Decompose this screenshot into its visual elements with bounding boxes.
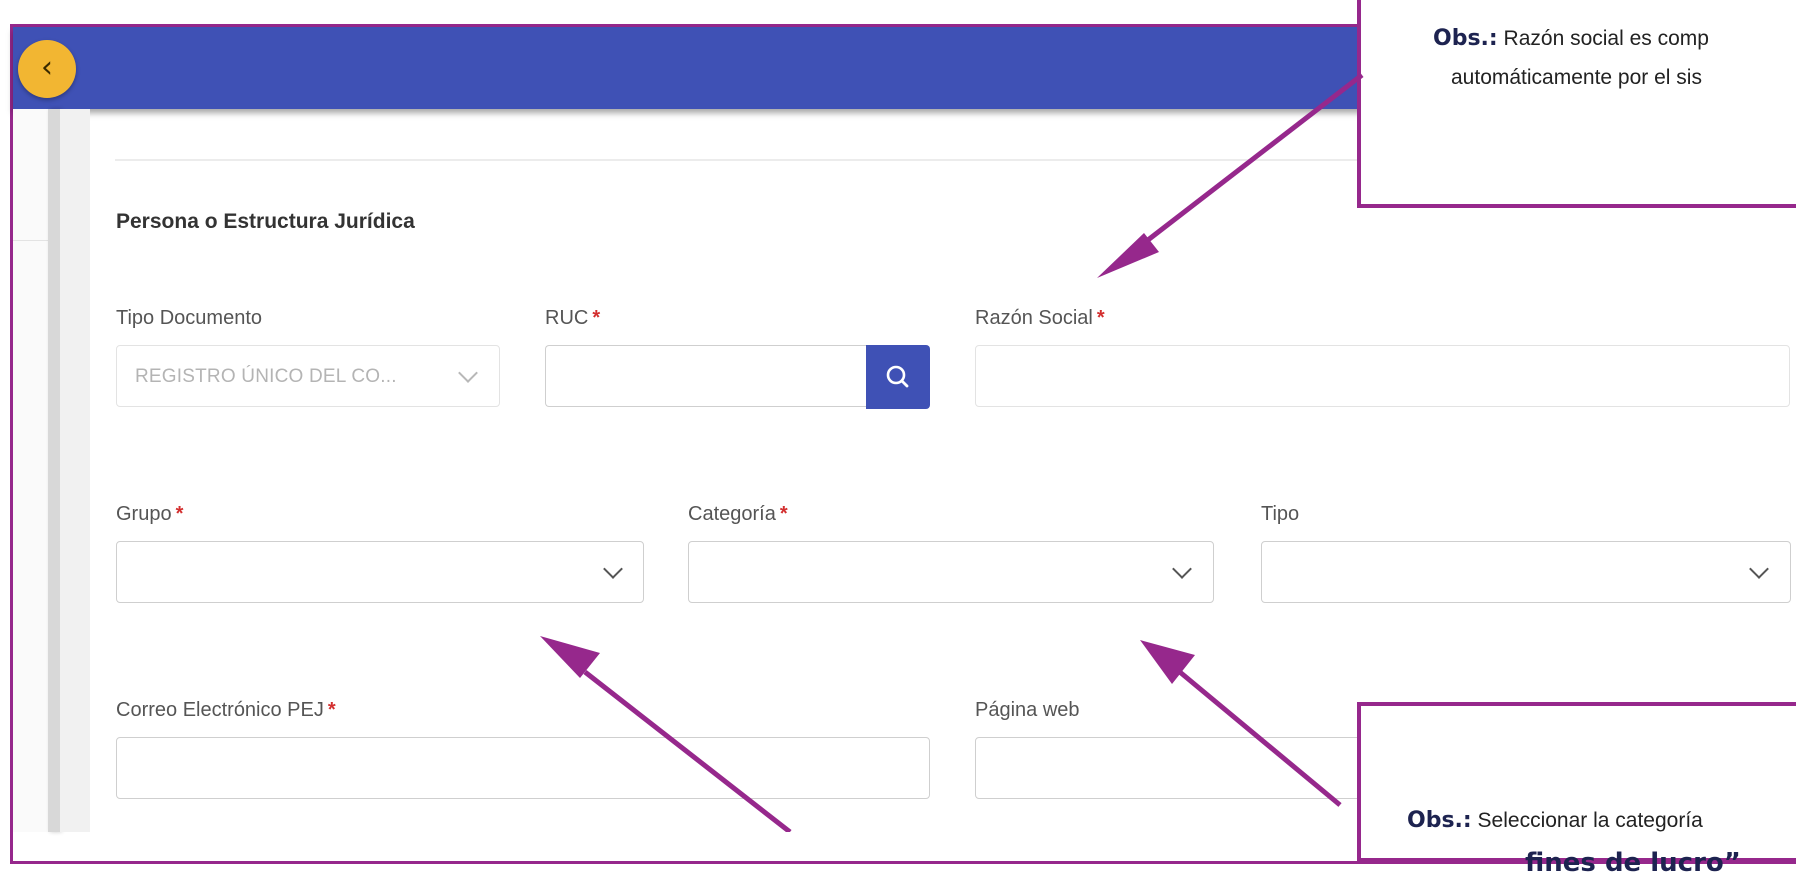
ruc-label: RUC * xyxy=(545,307,600,330)
grupo-label-text: Grupo xyxy=(116,503,172,525)
tipo-documento-select[interactable]: REGISTRO ÚNICO DEL CO... xyxy=(116,345,500,407)
required-mark: * xyxy=(327,699,336,721)
tipo-select[interactable] xyxy=(1261,541,1791,603)
categoria-select[interactable] xyxy=(688,541,1214,603)
back-button[interactable]: ‹ xyxy=(18,40,76,98)
categoria-label: Categoría * xyxy=(688,503,788,526)
left-sidebar xyxy=(13,109,49,832)
tipo-documento-label-text: Tipo Documento xyxy=(116,307,262,329)
chevron-down-icon xyxy=(1172,559,1192,579)
tipo-documento-value: REGISTRO ÚNICO DEL CO... xyxy=(135,366,397,387)
annotation-callout-top: Obs.: Razón social es comp automáticamen… xyxy=(1357,0,1796,208)
required-mark: * xyxy=(779,503,788,525)
chevron-down-icon xyxy=(603,559,623,579)
grupo-label: Grupo * xyxy=(116,503,183,526)
razon-social-input[interactable] xyxy=(975,345,1790,407)
razon-social-label: Razón Social * xyxy=(975,307,1105,330)
required-mark: * xyxy=(592,307,601,329)
required-mark: * xyxy=(175,503,184,525)
tipo-label: Tipo xyxy=(1261,503,1299,526)
annotation-top-line2: automáticamente por el sis xyxy=(1451,66,1702,90)
tipo-documento-label: Tipo Documento xyxy=(116,307,262,330)
pagina-web-input[interactable] xyxy=(975,737,1375,799)
annotation-bottom-line2: fines de lucro” xyxy=(1525,848,1741,878)
annotation-top-text1: Razón social es comp xyxy=(1503,27,1709,50)
sidebar-divider xyxy=(13,240,48,241)
categoria-label-text: Categoría xyxy=(688,503,776,525)
sidebar-scroll-edge xyxy=(48,109,60,832)
razon-social-label-text: Razón Social xyxy=(975,307,1093,329)
chevron-left-icon: ‹ xyxy=(41,50,53,85)
search-icon xyxy=(886,365,909,388)
annotation-bottom-text1: Seleccionar la categoría xyxy=(1477,809,1703,832)
annotation-callout-bottom: Obs.: Seleccionar la categoría fines de … xyxy=(1357,702,1796,878)
correo-label: Correo Electrónico PEJ * xyxy=(116,699,336,722)
correo-input[interactable] xyxy=(116,737,930,799)
tipo-label-text: Tipo xyxy=(1261,503,1300,525)
chevron-down-icon xyxy=(458,363,478,383)
required-mark: * xyxy=(1096,307,1105,329)
ruc-input[interactable] xyxy=(545,345,868,407)
annotation-bottom-obs-label: Obs.: xyxy=(1407,808,1472,833)
pagina-web-label: Página web xyxy=(975,699,1080,722)
annotation-bottom-line1: Obs.: Seleccionar la categoría xyxy=(1407,808,1703,833)
chevron-down-icon xyxy=(1749,559,1769,579)
content-gutter xyxy=(60,109,90,832)
pagina-web-label-text: Página web xyxy=(975,699,1080,721)
ruc-label-text: RUC xyxy=(545,307,589,329)
annotation-top-obs-label: Obs.: xyxy=(1433,26,1498,51)
annotation-top-text2: automáticamente por el sis xyxy=(1451,66,1702,89)
section-title: Persona o Estructura Jurídica xyxy=(116,210,415,233)
grupo-select[interactable] xyxy=(116,541,644,603)
annotation-top-line1: Obs.: Razón social es comp xyxy=(1433,26,1709,51)
correo-label-text: Correo Electrónico PEJ xyxy=(116,699,324,721)
ruc-search-button[interactable] xyxy=(866,345,930,409)
